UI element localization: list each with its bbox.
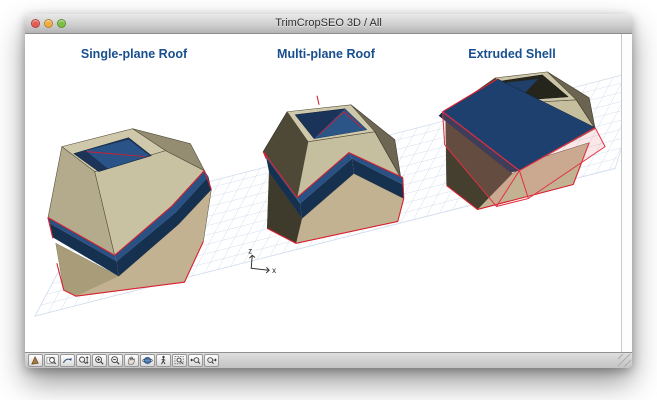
3d-viewport[interactable]: Single-plane Roof Multi-plane Roof Extru… xyxy=(25,34,621,352)
orbit-page-tool[interactable] xyxy=(60,354,75,367)
axis-x-label: x xyxy=(272,266,276,275)
3d-scene: z x xyxy=(34,71,621,317)
label-single-plane-roof: Single-plane Roof xyxy=(80,47,188,61)
label-extruded-shell: Extruded Shell xyxy=(468,47,556,61)
minimize-button[interactable] xyxy=(44,19,53,28)
resize-grip[interactable] xyxy=(618,354,631,367)
label-multi-plane-roof: Multi-plane Roof xyxy=(277,47,375,61)
close-button[interactable] xyxy=(31,19,40,28)
interactive-zoom-icon xyxy=(79,356,89,365)
fit-in-window-icon xyxy=(174,356,184,365)
zoom-in-tool[interactable] xyxy=(92,354,107,367)
zoom-window-tool[interactable] xyxy=(44,354,59,367)
interactive-zoom-tool[interactable] xyxy=(76,354,91,367)
zoom-out-tool[interactable] xyxy=(108,354,123,367)
previous-view-tool[interactable] xyxy=(188,354,203,367)
zoom-in-icon xyxy=(95,356,104,365)
fit-in-window-tool[interactable] xyxy=(172,354,187,367)
model-multi-plane-roof[interactable] xyxy=(262,95,405,244)
model-single-plane-roof[interactable] xyxy=(47,128,212,297)
walk-person-icon xyxy=(161,355,166,365)
vertical-scrollbar[interactable] xyxy=(621,34,632,352)
pan-hand-icon xyxy=(128,355,135,365)
app-window: TrimCropSEO 3D / All Single-plane Roof M… xyxy=(25,14,632,368)
explore-icon xyxy=(31,355,39,365)
next-view-icon xyxy=(207,357,217,364)
pan-tool[interactable] xyxy=(124,354,139,367)
orbit-arrow-icon xyxy=(62,357,72,364)
walk-tool[interactable] xyxy=(156,354,171,367)
zoom-window-icon xyxy=(46,356,57,365)
orbit-sphere-icon xyxy=(142,356,153,365)
model-extruded-shell[interactable] xyxy=(438,71,606,210)
previous-view-icon xyxy=(190,357,201,364)
title-bar[interactable]: TrimCropSEO 3D / All xyxy=(25,14,632,34)
zoom-button[interactable] xyxy=(57,19,66,28)
axis-z-label: z xyxy=(248,246,252,255)
window-title: TrimCropSEO 3D / All xyxy=(275,17,382,29)
explore-tool[interactable] xyxy=(28,354,43,367)
bottom-toolbar xyxy=(25,352,632,368)
next-view-tool[interactable] xyxy=(204,354,219,367)
zoom-out-icon xyxy=(111,356,120,365)
orbit-view-tool[interactable] xyxy=(140,354,155,367)
